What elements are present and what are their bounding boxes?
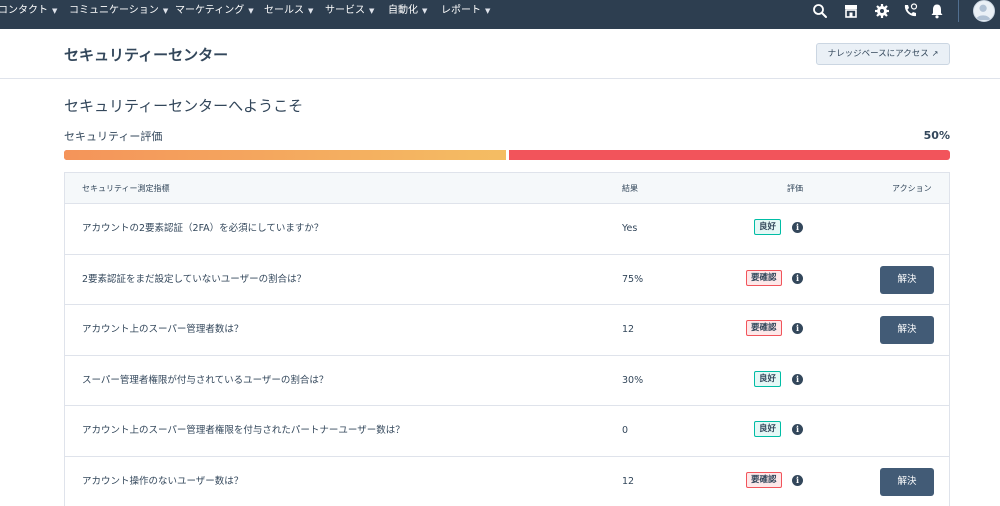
welcome-heading: セキュリティーセンターへようこそ [64, 97, 304, 115]
status-badge: 良好 [754, 421, 782, 438]
chevron-down-icon: ▼ [248, 7, 254, 15]
chevron-down-icon: ▼ [422, 7, 428, 15]
metric-question: アカウントの2要素認証（2FA）を必須にしていますか？ [82, 223, 324, 234]
header-metric: セキュリティー測定指標 [82, 184, 170, 193]
metric-result: 0 [622, 425, 629, 437]
info-icon[interactable]: i [792, 272, 803, 284]
calling-icon[interactable] [901, 2, 919, 20]
info-icon[interactable]: i [792, 323, 803, 335]
nav-service[interactable]: サービス ▼ [325, 0, 374, 22]
metric-question: アカウント上のスーパー管理者権限を付与されたパートナーユーザー数は？ [82, 425, 405, 437]
chevron-down-icon: ▼ [308, 7, 314, 15]
metric-question: アカウント上のスーパー管理者数は？ [82, 324, 244, 336]
nav-divider [958, 0, 959, 22]
nav-marketing-label: マーケティング [175, 5, 245, 16]
security-score-bar [64, 150, 950, 160]
info-icon[interactable]: i [792, 222, 803, 233]
nav-conversations-label: コミュニケーション [69, 5, 159, 16]
table-row: アカウント上のスーパー管理者権限を付与されたパートナーユーザー数は？ 0 良好 i [65, 406, 949, 457]
page-title: セキュリティーセンター [64, 46, 229, 64]
info-icon[interactable]: i [792, 474, 803, 486]
page-header: セキュリティーセンター ナレッジベースにアクセス ↗ [0, 29, 1000, 79]
metric-question: アカウント操作のないユーザー数は？ [82, 475, 244, 487]
table-header: セキュリティー測定指標 結果 評価 アクション [65, 173, 949, 204]
metric-result: 12 [622, 324, 635, 336]
table-row: アカウント操作のないユーザー数は？ 12 要確認 i 解決 [65, 456, 949, 506]
resolve-button[interactable]: 解決 [880, 316, 934, 345]
status-badge: 要確認 [746, 471, 782, 488]
chevron-down-icon: ▼ [485, 7, 491, 15]
nav-contacts-label: コンタクト [0, 5, 48, 16]
resolve-button[interactable]: 解決 [880, 467, 934, 496]
nav-automation[interactable]: 自動化 ▼ [388, 0, 427, 22]
table-row: 2要素認証をまだ設定していないユーザーの割合は？ 75% 要確認 i 解決 [65, 254, 949, 306]
status-badge: 要確認 [746, 320, 782, 337]
marketplace-icon[interactable] [842, 2, 860, 20]
security-score-label: セキュリティー評価 [64, 130, 163, 143]
top-navigation: コンタクト ▼ コミュニケーション ▼ マーケティング ▼ セールス ▼ サービス ▼ 自… [0, 0, 1000, 29]
nav-sales-label: セールス [264, 5, 304, 16]
nav-conversations[interactable]: コミュニケーション ▼ [69, 0, 168, 22]
table-row: アカウント上のスーパー管理者数は？ 12 要確認 i 解決 [65, 305, 949, 356]
resolve-button[interactable]: 解決 [880, 265, 934, 294]
table-row: アカウントの2要素認証（2FA）を必須にしていますか？ Yes 良好 i [65, 204, 949, 255]
nav-service-label: サービス [325, 5, 365, 16]
chevron-down-icon: ▼ [162, 7, 169, 15]
metric-result: 75% [622, 273, 644, 285]
status-badge: 要確認 [746, 269, 782, 286]
security-score-divider [506, 150, 509, 160]
knowledge-base-label: ナレッジベースにアクセス [827, 49, 929, 59]
security-score-value: 50% [923, 129, 950, 142]
chevron-down-icon: ▼ [369, 7, 375, 15]
nav-sales[interactable]: セールス ▼ [264, 0, 313, 22]
security-metrics-table: セキュリティー測定指標 結果 評価 アクション アカウントの2要素認証（2FA）… [64, 172, 950, 506]
header-rating: 評価 [787, 184, 803, 193]
status-badge: 良好 [754, 219, 782, 235]
security-score-fill [64, 150, 506, 160]
status-badge: 良好 [754, 370, 782, 387]
avatar-icon[interactable] [973, 0, 995, 22]
knowledge-base-button[interactable]: ナレッジベースにアクセス ↗ [816, 43, 950, 65]
metric-result: 12 [622, 475, 635, 487]
nav-automation-label: 自動化 [388, 5, 418, 16]
header-result: 結果 [622, 184, 638, 193]
external-link-icon: ↗ [931, 49, 939, 58]
chevron-down-icon: ▼ [52, 7, 58, 15]
metric-question: 2要素認証をまだ設定していないユーザーの割合は？ [82, 273, 307, 285]
metric-result: Yes [622, 223, 638, 234]
nav-reports-label: レポート [441, 5, 481, 16]
info-icon[interactable]: i [792, 424, 803, 436]
nav-marketing[interactable]: マーケティング ▼ [175, 0, 254, 22]
header-action: アクション [892, 184, 932, 193]
settings-icon[interactable] [873, 2, 891, 20]
nav-reports[interactable]: レポート ▼ [441, 0, 490, 22]
search-icon[interactable] [811, 2, 829, 20]
table-row: スーパー管理者権限が付与されているユーザーの割合は？ 30% 良好 i [65, 355, 949, 407]
metric-result: 30% [622, 374, 644, 386]
info-icon[interactable]: i [792, 373, 803, 385]
notifications-icon[interactable] [928, 2, 946, 20]
metric-question: スーパー管理者権限が付与されているユーザーの割合は？ [82, 374, 329, 386]
nav-contacts[interactable]: コンタクト ▼ [0, 0, 57, 22]
